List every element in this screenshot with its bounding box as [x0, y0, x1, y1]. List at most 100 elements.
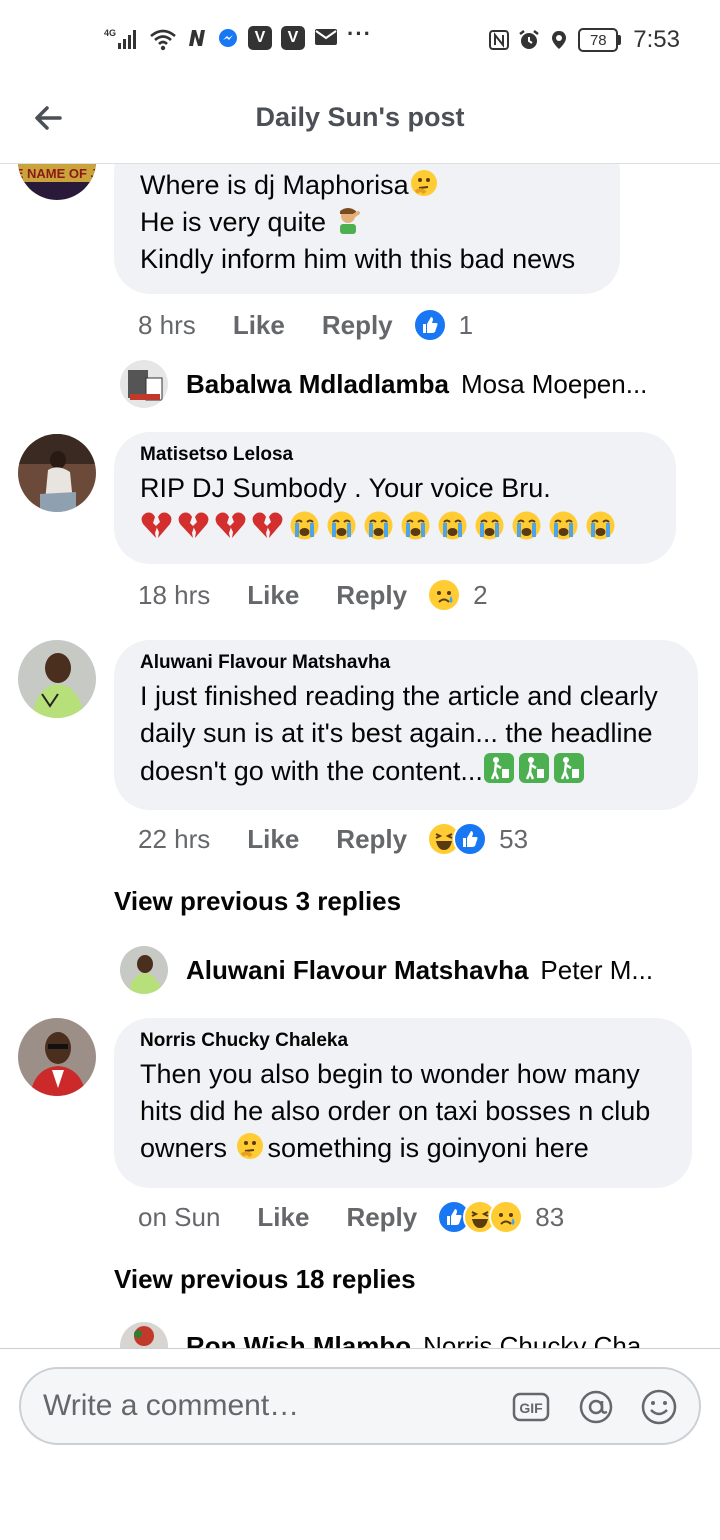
comment-time[interactable]: on Sun: [138, 1202, 220, 1233]
reply-button[interactable]: Reply: [336, 580, 407, 611]
svg-text:GIF: GIF: [519, 1400, 543, 1416]
crying-face-emoji: [325, 509, 358, 542]
crying-face-emoji: [436, 509, 469, 542]
view-previous-replies[interactable]: View previous 3 replies: [114, 886, 401, 917]
facepalm-emoji: [334, 205, 364, 235]
comment-text: Where is dj Maphorisa He is very quite K…: [140, 168, 576, 274]
avatar: [120, 946, 168, 994]
litter-bin-emoji: [518, 752, 550, 784]
comment-meta: 22 hrs Like Reply 53: [138, 822, 528, 856]
comment-bubble[interactable]: Norris Chucky Chaleka Then you also begi…: [114, 1018, 692, 1188]
reaction-count: 83: [535, 1201, 565, 1232]
crying-face-emoji: [547, 509, 580, 542]
avatar[interactable]: [18, 640, 96, 718]
reactions-summary[interactable]: 2: [427, 578, 488, 612]
comment-composer-bar: Write a comment… GIF: [0, 1348, 720, 1540]
avatar[interactable]: [18, 1018, 96, 1096]
comments-feed[interactable]: IN THE NAME OF JESUS Where is dj Maphori…: [0, 164, 720, 1348]
like-button[interactable]: Like: [233, 310, 285, 341]
comment-author[interactable]: Aluwani Flavour Matshavha: [140, 652, 672, 674]
location-icon: [548, 29, 570, 51]
view-previous-replies[interactable]: View previous 18 replies: [114, 1264, 416, 1295]
broken-heart-emoji: [177, 509, 210, 542]
reply-preview[interactable]: Ron Wish Mlambo Norris Chucky Cha...: [120, 1322, 663, 1348]
comment-bubble[interactable]: Aluwani Flavour Matshavha I just finishe…: [114, 640, 698, 810]
clock: 7:53: [633, 26, 680, 53]
comment-meta: 8 hrs Like Reply 1: [138, 308, 473, 342]
battery-icon: 78: [578, 28, 622, 52]
litter-bin-emoji: [553, 752, 585, 784]
crying-face-emoji: [288, 509, 321, 542]
reply-button[interactable]: Reply: [346, 1202, 417, 1233]
thinking-face-emoji: [235, 1131, 265, 1161]
messenger-icon: [217, 27, 239, 49]
broken-heart-emoji: [251, 509, 284, 542]
thinking-face-emoji: [409, 168, 439, 198]
reactions-summary[interactable]: 83: [437, 1200, 564, 1234]
more-notifications-icon: ···: [347, 21, 372, 46]
like-reaction-icon: [453, 822, 488, 856]
comment-placeholder: Write a comment…: [43, 1389, 300, 1422]
nfc-icon: [488, 29, 510, 51]
svg-text:IN THE NAME OF JESUS: IN THE NAME OF JESUS: [18, 166, 96, 181]
reply-preview[interactable]: Babalwa Mdladlamba Mosa Moepen...: [120, 360, 647, 408]
crying-face-emoji: [473, 509, 506, 542]
crying-face-emoji: [362, 509, 395, 542]
comment-time[interactable]: 22 hrs: [138, 824, 210, 855]
page-title: Daily Sun's post: [255, 102, 465, 132]
comment-text: RIP DJ Sumbody . Your voice Bru.: [140, 470, 650, 552]
litter-bin-emoji: [483, 752, 515, 784]
reply-author[interactable]: Aluwani Flavour Matshavha: [186, 955, 528, 986]
reply-snippet: Mosa Moepen...: [460, 368, 648, 399]
reactions-summary[interactable]: 53: [427, 822, 528, 856]
mail-icon: [314, 27, 338, 49]
like-button[interactable]: Like: [257, 1202, 309, 1233]
avatar: [120, 1322, 168, 1348]
alarm-icon: [518, 29, 540, 51]
wifi-icon: [149, 27, 177, 51]
reply-snippet: Peter M...: [540, 954, 654, 985]
gif-button[interactable]: GIF: [511, 1387, 551, 1427]
sad-reaction-icon: [427, 578, 462, 612]
comment-text: I just finished reading the article and …: [140, 681, 658, 786]
smiley-icon: [641, 1389, 677, 1425]
emoji-button[interactable]: [639, 1387, 679, 1427]
comment-bubble[interactable]: Matisetso Lelosa RIP DJ Sumbody . Your v…: [114, 432, 676, 564]
crying-face-emoji: [510, 509, 543, 542]
v-app-icon: V: [248, 26, 272, 50]
signal-icon: 4G: [104, 27, 140, 49]
status-bar: 4G V V ··· 78 7:53: [0, 0, 720, 80]
avatar: [120, 360, 168, 408]
crying-face-emoji: [584, 509, 617, 542]
comment-meta: on Sun Like Reply 83: [138, 1200, 564, 1234]
comment-author[interactable]: Norris Chucky Chaleka: [140, 1030, 666, 1052]
battery-level: 78: [578, 28, 619, 52]
mention-button[interactable]: [576, 1387, 616, 1427]
comment-time[interactable]: 8 hrs: [138, 310, 196, 341]
reply-preview[interactable]: Aluwani Flavour Matshavha Peter M...: [120, 946, 653, 994]
comment-time[interactable]: 18 hrs: [138, 580, 210, 611]
reply-author[interactable]: Babalwa Mdladlamba: [186, 369, 449, 400]
reactions-summary[interactable]: 1: [412, 308, 474, 342]
at-icon: [579, 1390, 613, 1424]
reaction-count: 2: [473, 579, 488, 610]
reply-button[interactable]: Reply: [322, 310, 393, 341]
like-button[interactable]: Like: [247, 824, 299, 855]
broken-heart-emoji: [140, 509, 173, 542]
comment-input[interactable]: Write a comment… GIF: [19, 1367, 701, 1445]
avatar[interactable]: [18, 434, 96, 512]
reaction-count: 1: [458, 309, 474, 340]
like-button[interactable]: Like: [247, 580, 299, 611]
broken-heart-emoji: [214, 509, 247, 542]
comment-bubble[interactable]: Where is dj Maphorisa He is very quite K…: [114, 164, 620, 294]
avatar[interactable]: IN THE NAME OF JESUS: [18, 164, 96, 200]
n-app-icon: [186, 27, 208, 49]
like-reaction-icon: [412, 308, 447, 342]
reply-author[interactable]: Ron Wish Mlambo: [186, 1331, 411, 1349]
reaction-count: 53: [499, 823, 529, 854]
comment-author[interactable]: Matisetso Lelosa: [140, 444, 650, 466]
comment-meta: 18 hrs Like Reply 2: [138, 578, 488, 612]
crying-face-emoji: [399, 509, 432, 542]
post-header: Daily Sun's post: [0, 80, 720, 164]
reply-button[interactable]: Reply: [336, 824, 407, 855]
